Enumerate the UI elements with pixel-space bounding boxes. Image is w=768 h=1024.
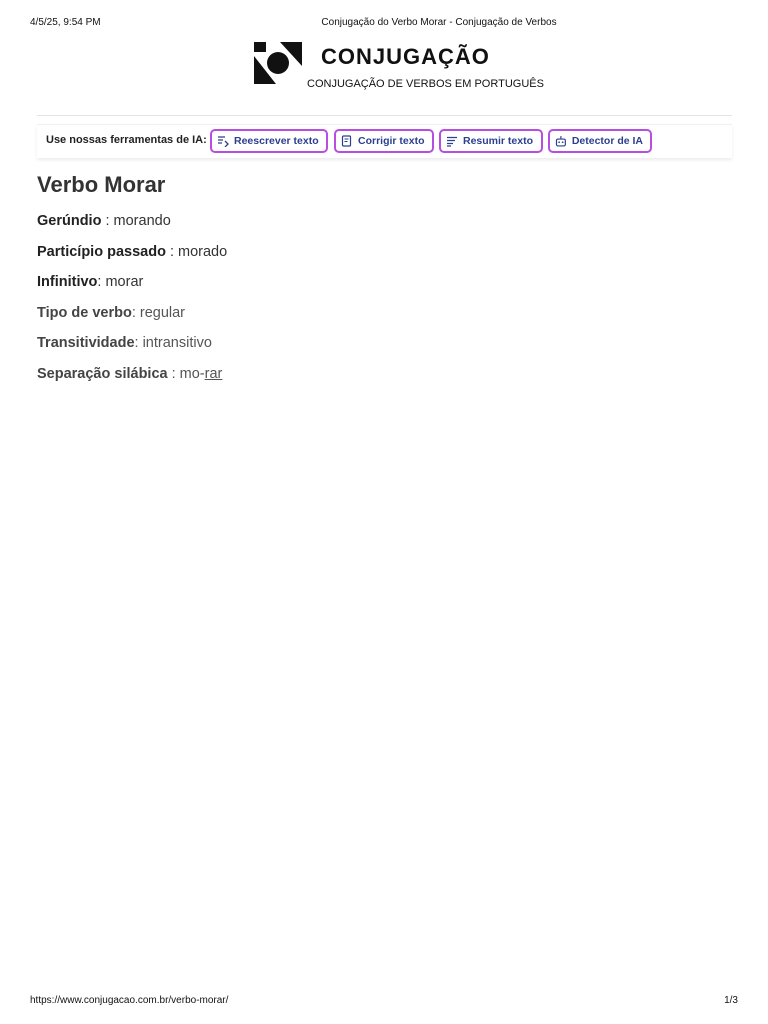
ai-tools-bar: Use nossas ferramentas de IA: Reescrever…	[37, 124, 732, 158]
rewrite-text-label: Reescrever texto	[234, 135, 319, 147]
ai-detector-button[interactable]: Detector de IA	[548, 129, 652, 153]
syllable-separation-row: Separação silábica : mo-rar	[37, 366, 727, 382]
infinitive-value: : morar	[97, 274, 144, 290]
transitivity-label: Transitividade	[37, 335, 135, 351]
summarize-text-label: Resumir texto	[463, 135, 534, 147]
correct-text-button[interactable]: Corrigir texto	[334, 129, 434, 153]
ai-detector-label: Detector de IA	[571, 135, 643, 147]
correct-icon	[341, 135, 352, 147]
syllable-separation-value: : mo-	[167, 366, 205, 382]
correct-text-label: Corrigir texto	[358, 135, 425, 147]
print-header: 4/5/25, 9:54 PM Conjugação do Verbo Mora…	[0, 17, 768, 31]
page-url: https://www.conjugacao.com.br/verbo-mora…	[30, 995, 229, 1006]
verb-type-value: : regular	[131, 305, 186, 321]
gerund-row: Gerúndio : morando	[37, 213, 727, 229]
brand-name: CONJUGAÇÃO	[321, 44, 490, 69]
page-number: 1/3	[724, 995, 738, 1006]
transitivity-row: Transitividade: intransitivo	[37, 335, 727, 351]
site-brand[interactable]: CONJUGAÇÃO CONJUGAÇÃO DE VERBOS EM PORTU…	[254, 42, 554, 92]
page-title: Verbo Morar	[37, 172, 166, 197]
conjugacao-logo-icon	[254, 42, 302, 84]
rewrite-text-button[interactable]: Reescrever texto	[210, 129, 328, 153]
participle-label: Particípio passado	[37, 244, 166, 260]
rewrite-icon	[218, 136, 229, 147]
infinitive-row: Infinitivo: morar	[37, 274, 727, 290]
robot-icon	[555, 136, 566, 147]
ai-tools-label: Use nossas ferramentas de IA:	[46, 134, 207, 146]
transitivity-value: : intransitivo	[134, 335, 212, 351]
print-footer: https://www.conjugacao.com.br/verbo-mora…	[0, 995, 768, 1009]
gerund-value: : morando	[101, 213, 171, 229]
header-divider	[37, 115, 732, 116]
summarize-text-button[interactable]: Resumir texto	[439, 129, 543, 153]
brand-tagline: CONJUGAÇÃO DE VERBOS EM PORTUGUÊS	[307, 78, 544, 90]
gerund-label: Gerúndio	[37, 213, 102, 229]
print-document-title: Conjugação do Verbo Morar - Conjugação d…	[321, 17, 557, 28]
participle-row: Particípio passado : morado	[37, 244, 727, 260]
verb-type-row: Tipo de verbo: regular	[37, 305, 727, 321]
verb-type-label: Tipo de verbo	[37, 305, 132, 321]
summarize-icon	[447, 136, 457, 147]
stressed-syllable: rar	[204, 366, 223, 382]
syllable-separation-label: Separação silábica	[37, 366, 168, 382]
participle-value: : morado	[165, 244, 228, 260]
infinitive-label: Infinitivo	[37, 274, 98, 290]
